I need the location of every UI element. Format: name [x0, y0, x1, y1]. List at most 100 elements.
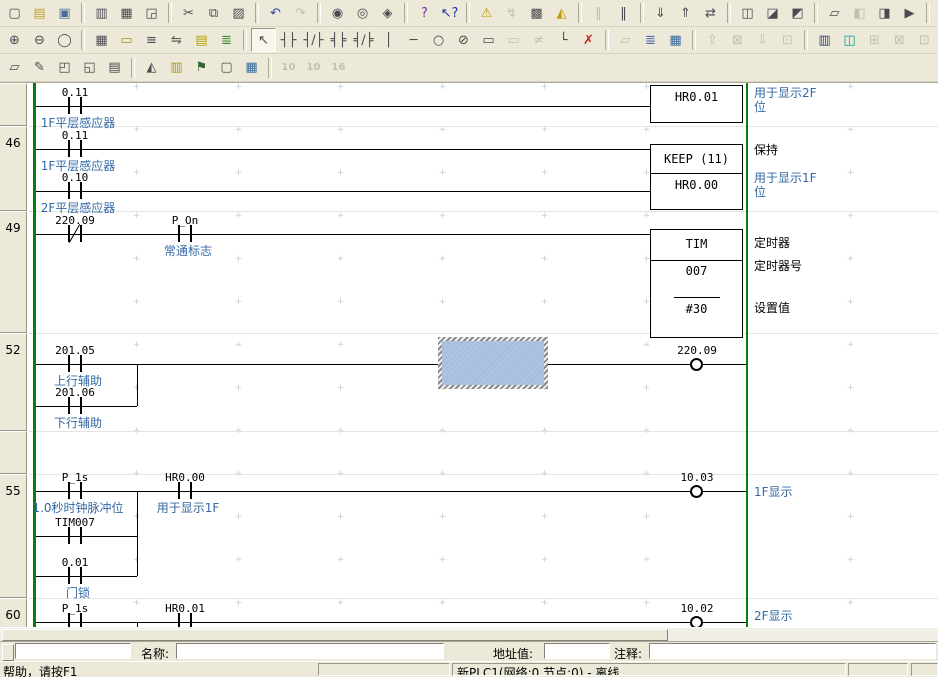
online-edit-release-icon[interactable]: ⊡	[775, 28, 800, 52]
cut-icon[interactable]: ✂	[176, 1, 201, 25]
window-2-icon[interactable]: ⊞	[862, 28, 887, 52]
io-comment-view-icon[interactable]: ▦	[663, 28, 688, 52]
contact-open-icon[interactable]: ┤├	[276, 28, 301, 52]
instruction-block[interactable]: HR0.01	[650, 85, 743, 123]
monitor-hex-icon[interactable]: 16	[326, 56, 351, 80]
compare-with-plc-icon[interactable]: ⇄	[698, 1, 723, 25]
rung-number-cell[interactable]: 49	[0, 211, 27, 333]
address-tool-icon[interactable]: ▥	[164, 56, 189, 80]
contact-no[interactable]	[63, 481, 87, 501]
contact-no[interactable]	[63, 139, 87, 159]
pause-icon[interactable]: ‖	[611, 1, 636, 25]
cross-reference-icon[interactable]: ◭	[139, 56, 164, 80]
output-coil[interactable]	[690, 358, 703, 371]
address-reference-icon[interactable]: ⇋	[164, 28, 189, 52]
horizontal-line-icon[interactable]: ─	[401, 28, 426, 52]
differential-monitor-icon[interactable]: ▥	[812, 28, 837, 52]
contact-closed-icon[interactable]: ┤∕├	[301, 28, 326, 52]
instruction-box-icon[interactable]: ▭	[476, 28, 501, 52]
monitor-decimal-icon[interactable]: 10	[276, 56, 301, 80]
ladder-editor[interactable]: ++++++++++++++++++++++++++++++++++++++++…	[0, 82, 938, 628]
rung-comment-icon[interactable]: ▭	[114, 28, 139, 52]
select-tool-icon[interactable]: ↖	[251, 28, 276, 52]
watch-flag-icon[interactable]: ⚑	[189, 56, 214, 80]
online-edit-begin-icon[interactable]: ⇧	[700, 28, 725, 52]
instruction-block[interactable]: KEEP (11)HR0.00	[650, 144, 743, 210]
name-field[interactable]	[176, 643, 444, 659]
coil-open-icon[interactable]: ○	[426, 28, 451, 52]
rung-number-cell[interactable]	[0, 431, 27, 474]
data-trace-icon[interactable]: ◪	[760, 1, 785, 25]
find-icon[interactable]: ◉	[325, 1, 350, 25]
contact-no[interactable]	[63, 396, 87, 416]
or-contact-closed-icon[interactable]: ╡∕╞	[351, 28, 376, 52]
zoom-100-icon[interactable]: ◯	[52, 28, 77, 52]
memory-view-icon[interactable]: ▦	[239, 56, 264, 80]
transfer-settings-icon[interactable]: ▩	[524, 1, 549, 25]
zoom-out-icon[interactable]: ⊖	[27, 28, 52, 52]
coil-closed-icon[interactable]: ⊘	[451, 28, 476, 52]
contact-no[interactable]	[63, 181, 87, 201]
selection-rectangle[interactable]	[438, 337, 548, 389]
find-report-icon[interactable]: ◭	[549, 1, 574, 25]
options-icon[interactable]: ✎	[27, 56, 52, 80]
edit-window-icon[interactable]: ◰	[52, 56, 77, 80]
print-preview-icon[interactable]: ◲	[139, 1, 164, 25]
open-icon[interactable]: ▤	[27, 1, 52, 25]
horizontal-scrollbar[interactable]	[0, 627, 938, 642]
watch-window-icon[interactable]: ◫	[837, 28, 862, 52]
monitor-in-rung-icon[interactable]: ▤	[189, 28, 214, 52]
instruction-box-2-icon[interactable]: ▭	[501, 28, 526, 52]
line-down-icon[interactable]: └	[551, 28, 576, 52]
mode-program-icon[interactable]: ▱	[822, 1, 847, 25]
comment-field[interactable]	[649, 643, 936, 659]
undo-icon[interactable]: ↶	[263, 1, 288, 25]
mode-debug-icon[interactable]: ◧	[847, 1, 872, 25]
online-edit-rungs-icon[interactable]: ▱	[613, 28, 638, 52]
paste-icon[interactable]: ▨	[226, 1, 251, 25]
download-to-plc-icon[interactable]: ⇓	[648, 1, 673, 25]
show-mnemonics-icon[interactable]: ≡	[139, 28, 164, 52]
clear-monitor-icon[interactable]: ◩	[785, 1, 810, 25]
output-window-icon[interactable]: ▢	[214, 56, 239, 80]
window-4-icon[interactable]: ⊡	[912, 28, 937, 52]
contact-no[interactable]	[63, 566, 87, 586]
online-edit-icon[interactable]: ↯	[499, 1, 524, 25]
contact-no[interactable]	[173, 481, 197, 501]
symbol-mini-field[interactable]	[15, 643, 131, 659]
monitor-icon[interactable]: ◫	[735, 1, 760, 25]
save-icon[interactable]: ▣	[52, 1, 77, 25]
mode-run-icon[interactable]: ▶	[897, 1, 922, 25]
step-run-icon[interactable]: ⌐	[934, 1, 938, 25]
new-icon[interactable]: ▢	[2, 1, 27, 25]
pause-with-trigger-icon[interactable]: ‖	[586, 1, 611, 25]
window-3-icon[interactable]: ⊠	[887, 28, 912, 52]
replace-icon[interactable]: ◎	[350, 1, 375, 25]
contact-nc[interactable]	[63, 224, 87, 244]
vertical-line-icon[interactable]: │	[376, 28, 401, 52]
online-edit-cancel-icon[interactable]: ⊠	[725, 28, 750, 52]
show-grid-icon[interactable]: ▦	[89, 28, 114, 52]
rung-number-cell[interactable]: 55	[0, 474, 27, 598]
contact-no[interactable]	[63, 526, 87, 546]
print-setup-icon[interactable]: ▥	[89, 1, 114, 25]
contact-no[interactable]	[63, 354, 87, 374]
find-window-icon[interactable]: ◱	[77, 56, 102, 80]
instruction-block[interactable]: TIM007#30	[650, 229, 743, 338]
delete-line-icon[interactable]: ✗	[576, 28, 601, 52]
decompile-program-icon[interactable]: ≣	[638, 28, 663, 52]
upload-from-plc-icon[interactable]: ⇑	[673, 1, 698, 25]
address-field[interactable]	[544, 643, 610, 659]
invert-instruction-icon[interactable]: ≠	[526, 28, 551, 52]
context-help-icon[interactable]: ↖?	[437, 1, 462, 25]
redo-icon[interactable]: ↷	[288, 1, 313, 25]
compile-icon[interactable]: ⚠	[474, 1, 499, 25]
monitor-signed-decimal-icon[interactable]: 10	[301, 56, 326, 80]
new-view-icon[interactable]: ▱	[2, 56, 27, 80]
contact-no[interactable]	[173, 224, 197, 244]
rung-number-cell[interactable]: 60	[0, 598, 27, 628]
output-coil[interactable]	[690, 485, 703, 498]
symbol-bar-button[interactable]	[2, 644, 14, 661]
scrollbar-thumb[interactable]	[2, 629, 668, 641]
mode-monitor-icon[interactable]: ◨	[872, 1, 897, 25]
